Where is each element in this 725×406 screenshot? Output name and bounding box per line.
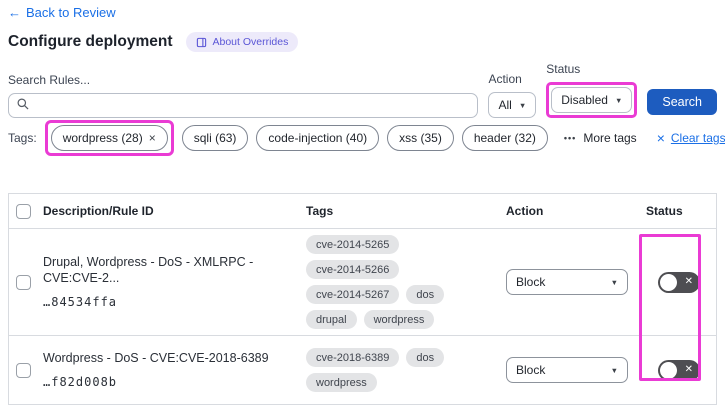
tag-pill-header[interactable]: header (32) [461, 125, 548, 151]
rule-tag-chip: wordpress [363, 310, 435, 329]
status-toggle-off[interactable]: ✕ [658, 359, 700, 381]
tag-pill-label: header (32) [473, 131, 536, 145]
rule-id: …84534ffa [43, 294, 118, 309]
chevron-down-icon: ▼ [610, 365, 618, 375]
row-checkbox[interactable] [15, 362, 31, 378]
rule-tags: cve-2014-5265 cve-2014-5266 cve-2014-526… [306, 229, 506, 335]
action-value: Block [516, 363, 546, 377]
column-header-description: Description/Rule ID [43, 204, 154, 218]
back-to-review-link[interactable]: ← Back to Review [8, 5, 116, 20]
tag-pill-xss[interactable]: xss (35) [387, 125, 454, 151]
book-icon [196, 37, 207, 48]
column-header-status: Status [646, 204, 683, 218]
toggle-off-x-icon: ✕ [684, 276, 693, 287]
about-overrides-badge[interactable]: About Overrides [186, 32, 299, 52]
column-header-tags: Tags [306, 204, 334, 218]
search-rules-input[interactable] [8, 93, 479, 118]
tag-pill-sqli[interactable]: sqli (63) [181, 125, 249, 151]
tag-pill-label: wordpress (28) [62, 131, 143, 145]
clear-tags-label: Clear tags [670, 131, 725, 145]
rule-id: …f82d008b [43, 374, 118, 389]
more-dots-icon: ••• [563, 133, 577, 143]
rule-description: Wordpress - DoS - CVE:CVE-2018-6389 [43, 351, 269, 366]
action-value: Block [516, 275, 546, 289]
remove-tag-icon[interactable]: × [149, 131, 156, 145]
action-filter-dropdown[interactable]: All ▼ [488, 92, 537, 118]
tag-pill-code-injection[interactable]: code-injection (40) [256, 125, 380, 151]
toggle-off-x-icon: ✕ [684, 364, 693, 375]
about-overrides-label: About Overrides [212, 36, 289, 48]
tag-pill-label: code-injection (40) [268, 131, 368, 145]
rule-tags: cve-2018-6389 dos wordpress [306, 342, 506, 398]
table-row: Wordpress - DoS - CVE:CVE-2018-6389 …f82… [9, 335, 716, 404]
back-link-label: Back to Review [26, 5, 116, 20]
search-rules-label: Search Rules... [8, 73, 91, 87]
close-icon: × [656, 130, 665, 146]
action-filter-value: All [498, 98, 512, 112]
tag-pill-wordpress-selected[interactable]: wordpress (28) × [50, 125, 168, 151]
toggle-knob [660, 273, 677, 291]
rule-tag-chip: dos [406, 285, 445, 304]
status-filter-label: Status [546, 62, 581, 76]
status-filter-value: Disabled [561, 93, 608, 107]
search-group: Search Rules... [8, 73, 479, 118]
chevron-down-icon: ▼ [610, 277, 618, 287]
tag-pill-label: xss (35) [399, 131, 442, 145]
configure-deployment-page: ← Back to Review Configure deployment Ab… [0, 0, 725, 406]
action-dropdown[interactable]: Block ▼ [506, 357, 628, 383]
back-arrow-icon: ← [8, 5, 21, 20]
row-checkbox[interactable] [15, 274, 31, 290]
search-button[interactable]: Search [647, 89, 717, 115]
page-title: Configure deployment [8, 33, 173, 50]
search-rules-text-field[interactable] [35, 98, 470, 113]
rule-description: Drupal, Wordpress - DoS - XMLRPC - CVE:C… [43, 255, 254, 285]
search-icon [17, 97, 29, 115]
tags-bar-label: Tags: [8, 131, 37, 145]
status-filter-group: Status Disabled ▼ [546, 62, 638, 118]
table-row: Drupal, Wordpress - DoS - XMLRPC - CVE:C… [9, 229, 716, 335]
status-filter-dropdown[interactable]: Disabled ▼ [551, 87, 633, 113]
column-header-action: Action [506, 204, 544, 218]
status-dropdown-annotation-highlight: Disabled ▼ [546, 82, 638, 118]
clear-tags-button[interactable]: × Clear tags [657, 130, 725, 146]
filter-row: Search Rules... Action All ▼ Status Disa… [8, 62, 717, 118]
action-filter-label: Action [488, 72, 522, 86]
chevron-down-icon: ▼ [614, 95, 623, 105]
rule-tag-chip: cve-2014-5265 [306, 235, 400, 254]
rule-tag-chip: cve-2018-6389 [306, 348, 400, 367]
rule-tag-chip: dos [406, 348, 445, 367]
rule-tag-chip: cve-2014-5266 [306, 260, 400, 279]
rules-table: Description/Rule ID Tags Action Status D… [8, 193, 717, 405]
rule-tag-chip: wordpress [306, 373, 377, 392]
chevron-down-icon: ▼ [518, 100, 527, 110]
action-filter-group: Action All ▼ [488, 72, 537, 118]
tags-bar: Tags: wordpress (28) × sqli (63) code-in… [8, 120, 725, 156]
status-toggle-off[interactable]: ✕ [658, 271, 700, 293]
more-tags-button[interactable]: ••• More tags [564, 131, 637, 145]
rule-tag-chip: drupal [306, 310, 357, 329]
select-all-checkbox[interactable] [15, 203, 31, 219]
table-header-row: Description/Rule ID Tags Action Status [9, 194, 716, 229]
rule-tag-chip: cve-2014-5267 [306, 285, 400, 304]
wordpress-tag-annotation-highlight: wordpress (28) × [44, 120, 174, 156]
action-dropdown[interactable]: Block ▼ [506, 269, 628, 295]
toggle-knob [660, 361, 677, 379]
tag-pill-label: sqli (63) [193, 131, 237, 145]
more-tags-label: More tags [583, 131, 637, 145]
title-row: Configure deployment About Overrides [8, 32, 299, 52]
